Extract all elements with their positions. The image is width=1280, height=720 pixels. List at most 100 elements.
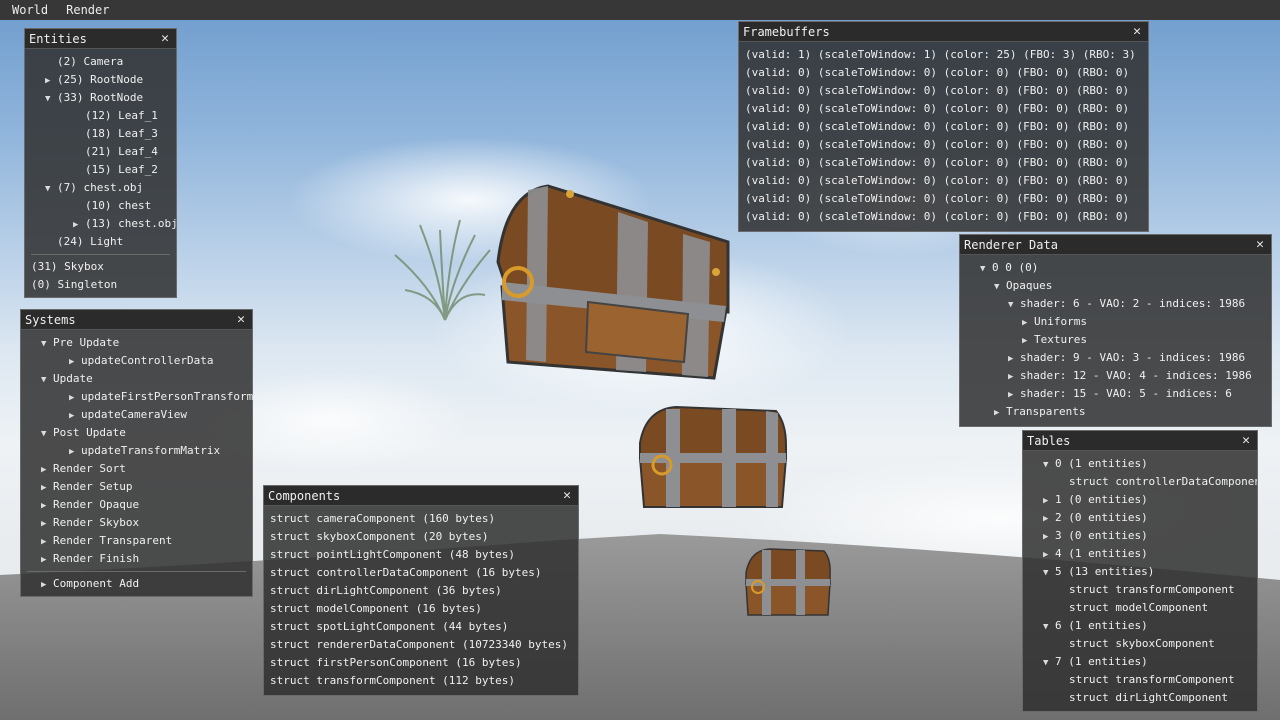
chevron-down-icon[interactable]: ▼ — [1043, 564, 1055, 582]
table-node[interactable]: struct transformComponent — [1029, 581, 1251, 599]
chevron-right-icon[interactable]: ▶ — [1022, 332, 1034, 350]
chevron-right-icon[interactable]: ▶ — [69, 389, 81, 407]
entity-node[interactable]: ▼ (33) RootNode — [31, 89, 170, 107]
chevron-down-icon[interactable]: ▼ — [41, 335, 53, 353]
system-node[interactable]: ▶ Render Skybox — [27, 514, 246, 532]
close-icon[interactable]: ✕ — [1239, 433, 1253, 448]
table-node[interactable]: ▶ 1 (0 entities) — [1029, 491, 1251, 509]
close-icon[interactable]: ✕ — [1253, 237, 1267, 252]
chevron-down-icon[interactable]: ▼ — [1008, 296, 1020, 314]
entity-node[interactable]: (15) Leaf_2 — [31, 161, 170, 179]
chevron-right-icon[interactable]: ▶ — [69, 443, 81, 461]
system-node[interactable]: ▼ Post Update — [27, 424, 246, 442]
table-node[interactable]: struct skyboxComponent — [1029, 635, 1251, 653]
systems-titlebar[interactable]: Systems ✕ — [21, 310, 252, 330]
chevron-right-icon[interactable]: ▶ — [73, 216, 85, 234]
system-node[interactable]: ▶ updateTransformMatrix — [27, 442, 246, 460]
chevron-right-icon[interactable]: ▶ — [1043, 510, 1055, 528]
table-node[interactable]: ▶ 2 (0 entities) — [1029, 509, 1251, 527]
system-node[interactable]: ▼ Pre Update — [27, 334, 246, 352]
components-titlebar[interactable]: Components ✕ — [264, 486, 578, 506]
component-add-node[interactable]: ▶ Component Add — [27, 575, 246, 593]
entity-node[interactable]: ▶ (13) chest.obj — [31, 215, 178, 234]
renderer-node[interactable]: ▶ Transparents — [966, 403, 1265, 421]
chevron-right-icon[interactable]: ▶ — [1043, 546, 1055, 564]
renderer-node[interactable]: ▶ shader: 9 - VAO: 3 - indices: 1986 — [966, 349, 1265, 367]
system-node[interactable]: ▶ updateCameraView — [27, 406, 246, 424]
table-node[interactable]: ▶ 4 (1 entities) — [1029, 545, 1251, 563]
table-node[interactable]: ▼ 7 (1 entities) — [1029, 653, 1251, 671]
chevron-down-icon[interactable]: ▼ — [41, 371, 53, 389]
table-node[interactable]: struct transformComponent — [1029, 671, 1251, 689]
close-icon[interactable]: ✕ — [560, 488, 574, 503]
framebuffers-titlebar[interactable]: Framebuffers ✕ — [739, 22, 1148, 42]
chevron-right-icon[interactable]: ▶ — [41, 576, 53, 594]
entities-titlebar[interactable]: Entities ✕ — [25, 29, 176, 49]
entity-node[interactable]: (18) Leaf_3 — [31, 125, 170, 143]
menu-world[interactable]: World — [6, 3, 54, 17]
entity-node[interactable]: (12) Leaf_1 — [31, 107, 170, 125]
chevron-right-icon[interactable]: ▶ — [41, 461, 53, 479]
tree-node-label: Render Skybox — [53, 516, 140, 529]
chevron-right-icon[interactable]: ▶ — [1008, 350, 1020, 368]
table-node[interactable]: struct dirLightComponent — [1029, 689, 1251, 707]
renderer-node[interactable]: ▼ 0 0 (0) — [966, 259, 1265, 277]
chevron-right-icon[interactable]: ▶ — [41, 479, 53, 497]
entity-node[interactable]: ▶ (25) RootNode — [31, 71, 170, 89]
system-node[interactable]: ▶ Render Transparent — [27, 532, 246, 550]
close-icon[interactable]: ✕ — [158, 31, 172, 46]
system-node[interactable]: ▶ Render Opaque — [27, 496, 246, 514]
system-node[interactable]: ▼ Update — [27, 370, 246, 388]
entity-node[interactable]: (10) chest — [31, 197, 170, 215]
renderer-node[interactable]: ▶ shader: 12 - VAO: 4 - indices: 1986 — [966, 367, 1265, 385]
chevron-right-icon[interactable]: ▶ — [1008, 368, 1020, 386]
chevron-right-icon[interactable]: ▶ — [1043, 492, 1055, 510]
chevron-down-icon[interactable]: ▼ — [994, 278, 1006, 296]
chevron-down-icon[interactable]: ▼ — [45, 180, 57, 198]
chevron-down-icon[interactable]: ▼ — [1043, 456, 1055, 474]
entity-node[interactable]: (0) Singleton — [31, 276, 170, 294]
table-node[interactable]: ▶ 3 (0 entities) — [1029, 527, 1251, 545]
system-node[interactable]: ▶ updateControllerData — [27, 352, 246, 370]
close-icon[interactable]: ✕ — [234, 312, 248, 327]
system-node[interactable]: ▶ updateFirstPersonTransform — [27, 388, 253, 407]
table-node[interactable]: struct modelComponent — [1029, 599, 1251, 617]
tables-titlebar[interactable]: Tables ✕ — [1023, 431, 1257, 451]
table-node[interactable]: ▼ 0 (1 entities) — [1029, 455, 1251, 473]
chevron-right-icon[interactable]: ▶ — [69, 353, 81, 371]
entity-node[interactable]: ▼ (7) chest.obj — [31, 179, 170, 197]
renderer-node[interactable]: ▼ shader: 6 - VAO: 2 - indices: 1986 — [966, 295, 1265, 313]
chevron-down-icon[interactable]: ▼ — [1043, 618, 1055, 636]
entity-node[interactable]: (2) Camera — [31, 53, 170, 71]
table-node[interactable]: ▼ 5 (13 entities) — [1029, 563, 1251, 581]
table-node[interactable]: struct controllerDataComponent — [1029, 473, 1257, 491]
renderer-node[interactable]: ▼ Opaques — [966, 277, 1265, 295]
chevron-down-icon[interactable]: ▼ — [980, 260, 992, 278]
entity-node[interactable]: (31) Skybox — [31, 258, 170, 276]
close-icon[interactable]: ✕ — [1130, 24, 1144, 39]
chevron-down-icon[interactable]: ▼ — [41, 425, 53, 443]
chevron-down-icon[interactable]: ▼ — [45, 90, 57, 108]
chevron-right-icon[interactable]: ▶ — [69, 407, 81, 425]
renderer-node[interactable]: ▶ Uniforms — [966, 313, 1265, 331]
renderer-node[interactable]: ▶ Textures — [966, 331, 1265, 349]
chevron-right-icon[interactable]: ▶ — [45, 72, 57, 90]
chevron-right-icon[interactable]: ▶ — [41, 533, 53, 551]
renderer-data-titlebar[interactable]: Renderer Data ✕ — [960, 235, 1271, 255]
entity-node[interactable]: (21) Leaf_4 — [31, 143, 170, 161]
chevron-down-icon[interactable]: ▼ — [1043, 654, 1055, 672]
chevron-right-icon[interactable]: ▶ — [994, 404, 1006, 422]
chevron-right-icon[interactable]: ▶ — [1043, 528, 1055, 546]
entity-node[interactable]: (24) Light — [31, 233, 170, 251]
chevron-right-icon[interactable]: ▶ — [41, 497, 53, 515]
chevron-right-icon[interactable]: ▶ — [41, 515, 53, 533]
chevron-right-icon[interactable]: ▶ — [41, 551, 53, 569]
menu-render[interactable]: Render — [60, 3, 115, 17]
chevron-right-icon[interactable]: ▶ — [1022, 314, 1034, 332]
table-node[interactable]: ▼ 6 (1 entities) — [1029, 617, 1251, 635]
system-node[interactable]: ▶ Render Setup — [27, 478, 246, 496]
system-node[interactable]: ▶ Render Sort — [27, 460, 246, 478]
system-node[interactable]: ▶ Render Finish — [27, 550, 246, 568]
chevron-right-icon[interactable]: ▶ — [1008, 386, 1020, 404]
renderer-node[interactable]: ▶ shader: 15 - VAO: 5 - indices: 6 — [966, 385, 1265, 403]
